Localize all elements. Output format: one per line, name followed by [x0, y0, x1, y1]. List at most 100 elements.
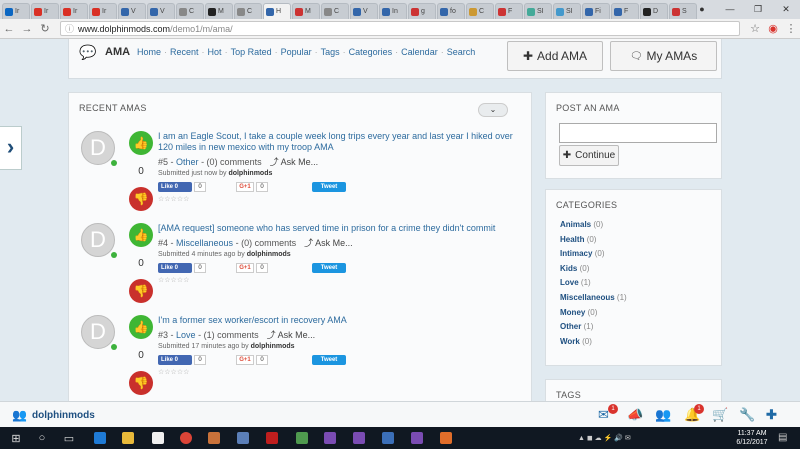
- ama-comments[interactable]: - (0) comments: [201, 157, 262, 167]
- thumbs-down-icon[interactable]: 👎: [129, 187, 153, 211]
- menu-item[interactable]: Popular: [281, 47, 312, 57]
- info-icon[interactable]: ⓘ: [65, 22, 74, 35]
- ama-question-input[interactable]: [559, 123, 717, 143]
- url-field[interactable]: ⓘ www.dolphinmods.com/demo1/m/ama/: [60, 21, 740, 36]
- ama-category-link[interactable]: Love: [176, 330, 196, 340]
- menu-item[interactable]: Recent: [170, 47, 199, 57]
- rating-stars[interactable]: ☆☆☆☆☆: [158, 195, 189, 203]
- browser-tab[interactable]: Ir: [60, 3, 88, 19]
- system-clock[interactable]: 11:37 AM 6/12/2017: [733, 429, 771, 447]
- browser-tab[interactable]: Fi: [582, 3, 610, 19]
- browser-tab[interactable]: V: [118, 3, 146, 19]
- avatar[interactable]: D: [81, 131, 115, 165]
- browser-tab[interactable]: F: [495, 3, 523, 19]
- ama-category-link[interactable]: Miscellaneous: [176, 238, 233, 248]
- author-link[interactable]: dolphinmods: [228, 170, 272, 177]
- menu-item[interactable]: Search: [447, 47, 476, 57]
- menu-item[interactable]: Top Rated: [231, 47, 272, 57]
- chrome-icon[interactable]: [178, 430, 194, 446]
- back-icon[interactable]: ←: [0, 23, 18, 35]
- menu-item[interactable]: Calendar: [401, 47, 438, 57]
- wrench-icon[interactable]: 🔧: [739, 407, 755, 423]
- group-icon[interactable]: 👥: [655, 407, 671, 423]
- tweet-button[interactable]: Tweet: [312, 355, 346, 365]
- browser-tab[interactable]: D: [640, 3, 668, 19]
- add-ama-button[interactable]: ✚ Add AMA: [507, 41, 603, 71]
- continue-button[interactable]: ✚ Continue: [559, 145, 619, 166]
- ama-question-link[interactable]: I am an Eagle Scout, I take a couple wee…: [158, 131, 518, 153]
- browser-tab[interactable]: F: [611, 3, 639, 19]
- avatar[interactable]: D: [81, 315, 115, 349]
- google-plus-button[interactable]: G+1: [236, 182, 254, 192]
- app-icon[interactable]: [235, 430, 251, 446]
- current-username[interactable]: dolphinmods: [32, 410, 95, 421]
- browser-tab[interactable]: Ir: [2, 3, 30, 19]
- bookmark-star-icon[interactable]: ☆: [746, 22, 764, 35]
- app-icon[interactable]: [206, 430, 222, 446]
- extension-icon[interactable]: ◉: [764, 22, 782, 35]
- file-explorer-icon[interactable]: [120, 430, 136, 446]
- author-link[interactable]: dolphinmods: [247, 251, 291, 258]
- category-item[interactable]: Other (1): [560, 322, 593, 331]
- ama-question-link[interactable]: I'm a former sex worker/escort in recove…: [158, 315, 518, 326]
- facebook-like-button[interactable]: Like 0: [158, 263, 192, 273]
- thumbs-up-icon[interactable]: 👍: [129, 223, 153, 247]
- category-item[interactable]: Health (0): [560, 235, 596, 244]
- profile-icon[interactable]: ●: [688, 0, 716, 19]
- task-view-icon[interactable]: ▭: [61, 430, 77, 446]
- thumbs-up-icon[interactable]: 👍: [129, 131, 153, 155]
- browser-tab[interactable]: C: [234, 3, 262, 19]
- thumbs-down-icon[interactable]: 👎: [129, 371, 153, 395]
- browser-tab[interactable]: C: [176, 3, 204, 19]
- category-item[interactable]: Money (0): [560, 308, 597, 317]
- close-window-button[interactable]: ✕: [772, 0, 800, 19]
- windows-start-icon[interactable]: ⊞: [8, 430, 24, 446]
- reload-icon[interactable]: ↻: [36, 22, 54, 35]
- app-icon[interactable]: [351, 430, 367, 446]
- menu-item[interactable]: Hot: [208, 47, 222, 57]
- category-item[interactable]: Miscellaneous (1): [560, 293, 627, 302]
- author-link[interactable]: dolphinmods: [251, 343, 295, 350]
- ama-comments[interactable]: - (1) comments: [198, 330, 259, 340]
- ask-me-link[interactable]: ⤴ Ask Me...: [267, 330, 316, 340]
- menu-item[interactable]: Home: [137, 47, 161, 57]
- edge-browser-icon[interactable]: [92, 430, 108, 446]
- app-icon[interactable]: [438, 430, 454, 446]
- tweet-button[interactable]: Tweet: [312, 263, 346, 273]
- facebook-like-button[interactable]: Like 0: [158, 355, 192, 365]
- browser-tab[interactable]: SI: [524, 3, 552, 19]
- search-icon[interactable]: ○: [34, 430, 50, 446]
- maximize-button[interactable]: ❐: [744, 0, 772, 19]
- cart-icon[interactable]: 🛒: [712, 407, 728, 423]
- menu-kebab-icon[interactable]: ⋮: [782, 22, 800, 35]
- browser-tab[interactable]: Ir: [31, 3, 59, 19]
- browser-tab[interactable]: C: [466, 3, 494, 19]
- google-plus-button[interactable]: G+1: [236, 355, 254, 365]
- app-icon[interactable]: [380, 430, 396, 446]
- category-item[interactable]: Kids (0): [560, 264, 589, 273]
- category-item[interactable]: Intimacy (0): [560, 249, 604, 258]
- browser-tab[interactable]: V: [147, 3, 175, 19]
- ask-me-link[interactable]: ⤴ Ask Me...: [270, 157, 319, 167]
- category-item[interactable]: Love (1): [560, 278, 591, 287]
- category-item[interactable]: Work (0): [560, 337, 592, 346]
- menu-item[interactable]: Categories: [349, 47, 393, 57]
- thumbs-down-icon[interactable]: 👎: [129, 279, 153, 303]
- browser-tab[interactable]: In: [379, 3, 407, 19]
- minimize-button[interactable]: —: [716, 0, 744, 19]
- browser-tab[interactable]: M: [292, 3, 320, 19]
- app-icon[interactable]: [322, 430, 338, 446]
- browser-tab[interactable]: M: [205, 3, 233, 19]
- browser-tab[interactable]: Ir: [89, 3, 117, 19]
- browser-tab[interactable]: V: [350, 3, 378, 19]
- avatar[interactable]: D: [81, 223, 115, 257]
- ama-category-link[interactable]: Other: [176, 157, 199, 167]
- browser-tab[interactable]: C: [321, 3, 349, 19]
- facebook-like-button[interactable]: Like 0: [158, 182, 192, 192]
- filezilla-icon[interactable]: [264, 430, 280, 446]
- browser-tab[interactable]: g: [408, 3, 436, 19]
- browser-tab[interactable]: SI: [553, 3, 581, 19]
- sidebar-toggle-chevron-icon[interactable]: ›: [0, 126, 22, 170]
- notifications-icon[interactable]: ▤: [778, 432, 787, 443]
- rating-stars[interactable]: ☆☆☆☆☆: [158, 368, 189, 376]
